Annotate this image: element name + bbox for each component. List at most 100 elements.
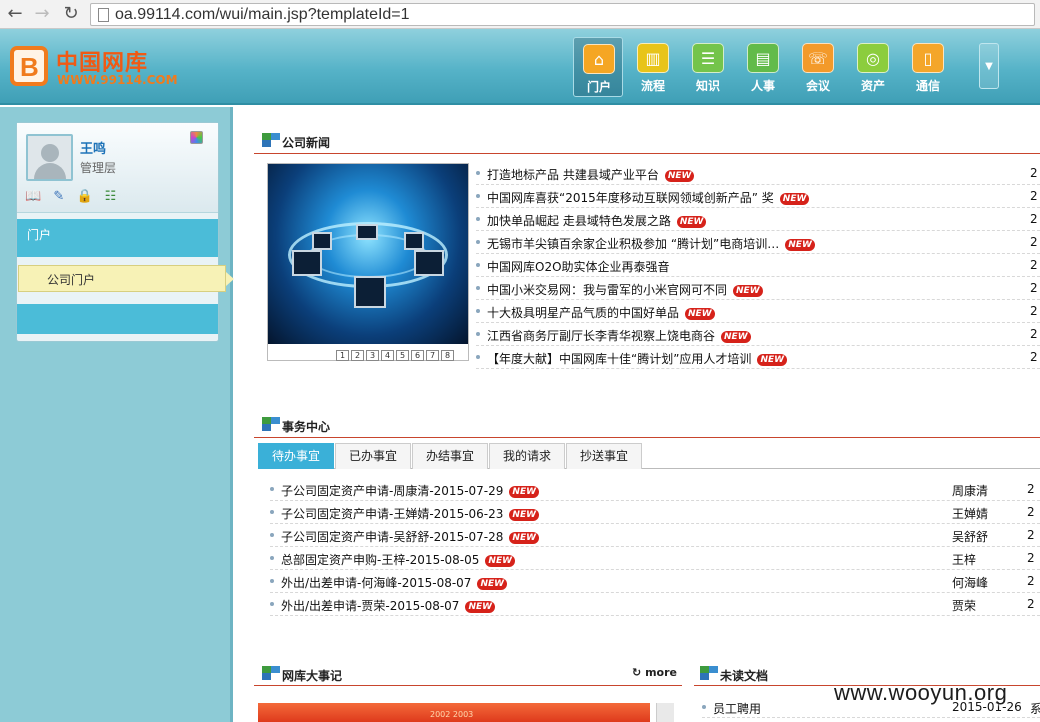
list-item[interactable]: 中国网库O2O助实体企业再泰强音 2 [476, 254, 1040, 277]
bullet-icon [476, 309, 480, 313]
table-row[interactable]: 子公司固定资产申请-王婵婧-2015-06-23 NEW 王婵婧 2 [270, 501, 1040, 524]
list-item[interactable]: 中国小米交易网：我与雷军的小米官网可不同 NEW 2 [476, 277, 1040, 300]
news-slideshow[interactable]: 12345678 [267, 163, 469, 361]
user-name[interactable]: 王鸣 [80, 138, 106, 157]
lock-icon[interactable]: 🔒 [77, 189, 93, 205]
news-date: 2 [1030, 189, 1038, 203]
slideshow-page-button[interactable]: 8 [441, 350, 454, 361]
todo-title[interactable]: 子公司固定资产申请-王婵婧-2015-06-23 NEW [281, 505, 540, 522]
news-title[interactable]: 【年度大献】中国网库十佳“腾计划”应用人才培训 NEW [487, 350, 788, 367]
todo-date: 2 [1027, 551, 1035, 565]
list-item[interactable]: 加快单品崛起 走县域特色发展之路 NEW 2 [476, 208, 1040, 231]
list-item[interactable]: 打造地标产品 共建县域产业平台 NEW 2 [476, 162, 1040, 185]
menu-item-company-portal[interactable]: 公司门户 [18, 265, 234, 292]
todo-title[interactable]: 外出/出差申请-贾荣-2015-08-07 NEW [281, 597, 496, 614]
todo-date: 2 [1027, 574, 1035, 588]
table-row[interactable]: 子公司固定资产申请-周康清-2015-07-29 NEW 周康清 2 [270, 478, 1040, 501]
list-item[interactable]: 江西省商务厅副厅长李青华视察上饶电商谷 NEW 2 [476, 323, 1040, 346]
news-section-title: 公司新闻 [262, 132, 462, 150]
book-icon[interactable]: 📖 [25, 189, 41, 205]
new-badge-icon: NEW [509, 531, 540, 544]
bullet-icon [270, 533, 274, 537]
nav-tab-5[interactable]: ◎ 资产 [848, 37, 898, 97]
nav-tab-0[interactable]: ⌂ 门户 [573, 37, 623, 97]
back-arrow-icon[interactable]: ← [4, 4, 26, 24]
news-title[interactable]: 江西省商务厅副厅长李青华视察上饶电商谷 NEW [487, 327, 751, 344]
menu-group-portal[interactable]: 门户 [17, 219, 218, 257]
url-text[interactable]: oa.99114.com/wui/main.jsp?templateId=1 [115, 6, 410, 24]
list-item[interactable]: 【年度大献】中国网库十佳“腾计划”应用人才培训 NEW 2 [476, 346, 1040, 369]
bullet-icon [270, 556, 274, 560]
todo-title[interactable]: 子公司固定资产申请-吴舒舒-2015-07-28 NEW [281, 528, 540, 545]
news-date: 2 [1030, 304, 1038, 318]
table-row[interactable]: 外出/出差申请-贾荣-2015-08-07 NEW 贾荣 2 [270, 593, 1040, 616]
news-title[interactable]: 中国网库O2O助实体企业再泰强音 [487, 258, 670, 275]
slideshow-page-button[interactable]: 2 [351, 350, 364, 361]
section-marker-icon [700, 666, 722, 680]
more-link[interactable]: ↻ more [632, 666, 677, 679]
events-banner-image[interactable]: 2002 2003 [258, 703, 650, 722]
news-title[interactable]: 十大极具明星产品气质的中国好单品 NEW [487, 304, 715, 321]
chevron-down-icon[interactable]: ▼ [979, 43, 999, 89]
org-chart-icon[interactable]: ☷ [102, 189, 118, 205]
bullet-icon [270, 579, 274, 583]
nav-tab-label: 流程 [640, 79, 665, 93]
id-card-icon: ▤ [747, 43, 779, 73]
todo-title[interactable]: 总部固定资产申购-王梓-2015-08-05 NEW [281, 551, 516, 568]
mobile-icon: ▯ [912, 43, 944, 73]
slideshow-page-button[interactable]: 1 [336, 350, 349, 361]
table-row[interactable]: 外出/出差申请-何海峰-2015-08-07 NEW 何海峰 2 [270, 570, 1040, 593]
user-info: 王鸣 管理层 📖 ✎ 🔒 ☷ [17, 123, 218, 213]
nav-tab-1[interactable]: ▥ 流程 [628, 37, 678, 97]
scrollbar[interactable] [656, 703, 674, 722]
table-row[interactable]: 子公司固定资产申请-吴舒舒-2015-07-28 NEW 吴舒舒 2 [270, 524, 1040, 547]
slideshow-page-button[interactable]: 6 [411, 350, 424, 361]
nav-tab-2[interactable]: ☰ 知识 [683, 37, 733, 97]
news-date: 2 [1030, 212, 1038, 226]
news-image[interactable] [268, 164, 468, 344]
tab-3[interactable]: 我的请求 [489, 443, 565, 469]
todo-title[interactable]: 子公司固定资产申请-周康清-2015-07-29 NEW [281, 482, 540, 499]
slideshow-page-button[interactable]: 3 [366, 350, 379, 361]
logo[interactable]: B 中国网库 WWW.99114.COM [10, 45, 180, 89]
bullet-icon [270, 510, 274, 514]
new-badge-icon: NEW [685, 307, 715, 320]
bullet-icon [476, 194, 480, 198]
nav-tab-3[interactable]: ▤ 人事 [738, 37, 788, 97]
forward-arrow-icon[interactable]: → [31, 4, 53, 24]
slideshow-page-button[interactable]: 5 [396, 350, 409, 361]
list-item[interactable]: 十大极具明星产品气质的中国好单品 NEW 2 [476, 300, 1040, 323]
address-bar[interactable]: oa.99114.com/wui/main.jsp?templateId=1 [90, 3, 1035, 26]
list-item[interactable]: 中国网库喜获“2015年度移动互联网领域创新产品” 奖 NEW 2 [476, 185, 1040, 208]
table-row[interactable]: 总部固定资产申购-王梓-2015-08-05 NEW 王梓 2 [270, 547, 1040, 570]
affairs-tabs: 待办事宜 已办事宜 办结事宜 我的请求 抄送事宜 [258, 441, 1040, 469]
todo-title[interactable]: 外出/出差申请-何海峰-2015-08-07 NEW [281, 574, 508, 591]
nav-tab-label: 会议 [805, 79, 830, 93]
skin-palette-icon[interactable] [190, 131, 203, 144]
reload-icon[interactable]: ↻ [60, 4, 82, 24]
tab-1[interactable]: 已办事宜 [335, 443, 411, 469]
nav-tab-6[interactable]: ▯ 通信 [903, 37, 953, 97]
avatar[interactable] [26, 134, 73, 181]
nav-tab-4[interactable]: ☏ 会议 [793, 37, 843, 97]
chart-bars-icon: ▥ [637, 43, 669, 73]
main-content: 公司新闻 12345678 打造地标产品 共建县域产业平台 NEW 2 中国网库喜获“… [236, 107, 1040, 722]
todo-list: 子公司固定资产申请-周康清-2015-07-29 NEW 周康清 2 子公司固定资产申请… [270, 478, 1040, 616]
tab-2[interactable]: 办结事宜 [412, 443, 488, 469]
bullet-icon [476, 263, 480, 267]
phone-icon: ☏ [802, 43, 834, 73]
news-list: 打造地标产品 共建县域产业平台 NEW 2 中国网库喜获“2015年度移动互联网领域创… [476, 162, 1040, 369]
nav-tab-label: 门户 [586, 80, 611, 94]
tab-0[interactable]: 待办事宜 [258, 443, 334, 469]
tab-4[interactable]: 抄送事宜 [566, 443, 642, 469]
news-title[interactable]: 中国小米交易网：我与雷军的小米官网可不同 NEW [487, 281, 763, 298]
edit-icon[interactable]: ✎ [51, 189, 67, 205]
news-title[interactable]: 加快单品崛起 走县域特色发展之路 NEW [487, 212, 707, 229]
news-title[interactable]: 打造地标产品 共建县域产业平台 NEW [487, 166, 695, 183]
slideshow-page-button[interactable]: 7 [426, 350, 439, 361]
news-title[interactable]: 中国网库喜获“2015年度移动互联网领域创新产品” 奖 NEW [487, 189, 810, 206]
slideshow-page-button[interactable]: 4 [381, 350, 394, 361]
news-title[interactable]: 无锡市羊尖镇百余家企业积极参加 “腾计划”电商培训… NEW [487, 235, 815, 252]
list-item[interactable]: 无锡市羊尖镇百余家企业积极参加 “腾计划”电商培训… NEW 2 [476, 231, 1040, 254]
new-badge-icon: NEW [733, 284, 763, 297]
